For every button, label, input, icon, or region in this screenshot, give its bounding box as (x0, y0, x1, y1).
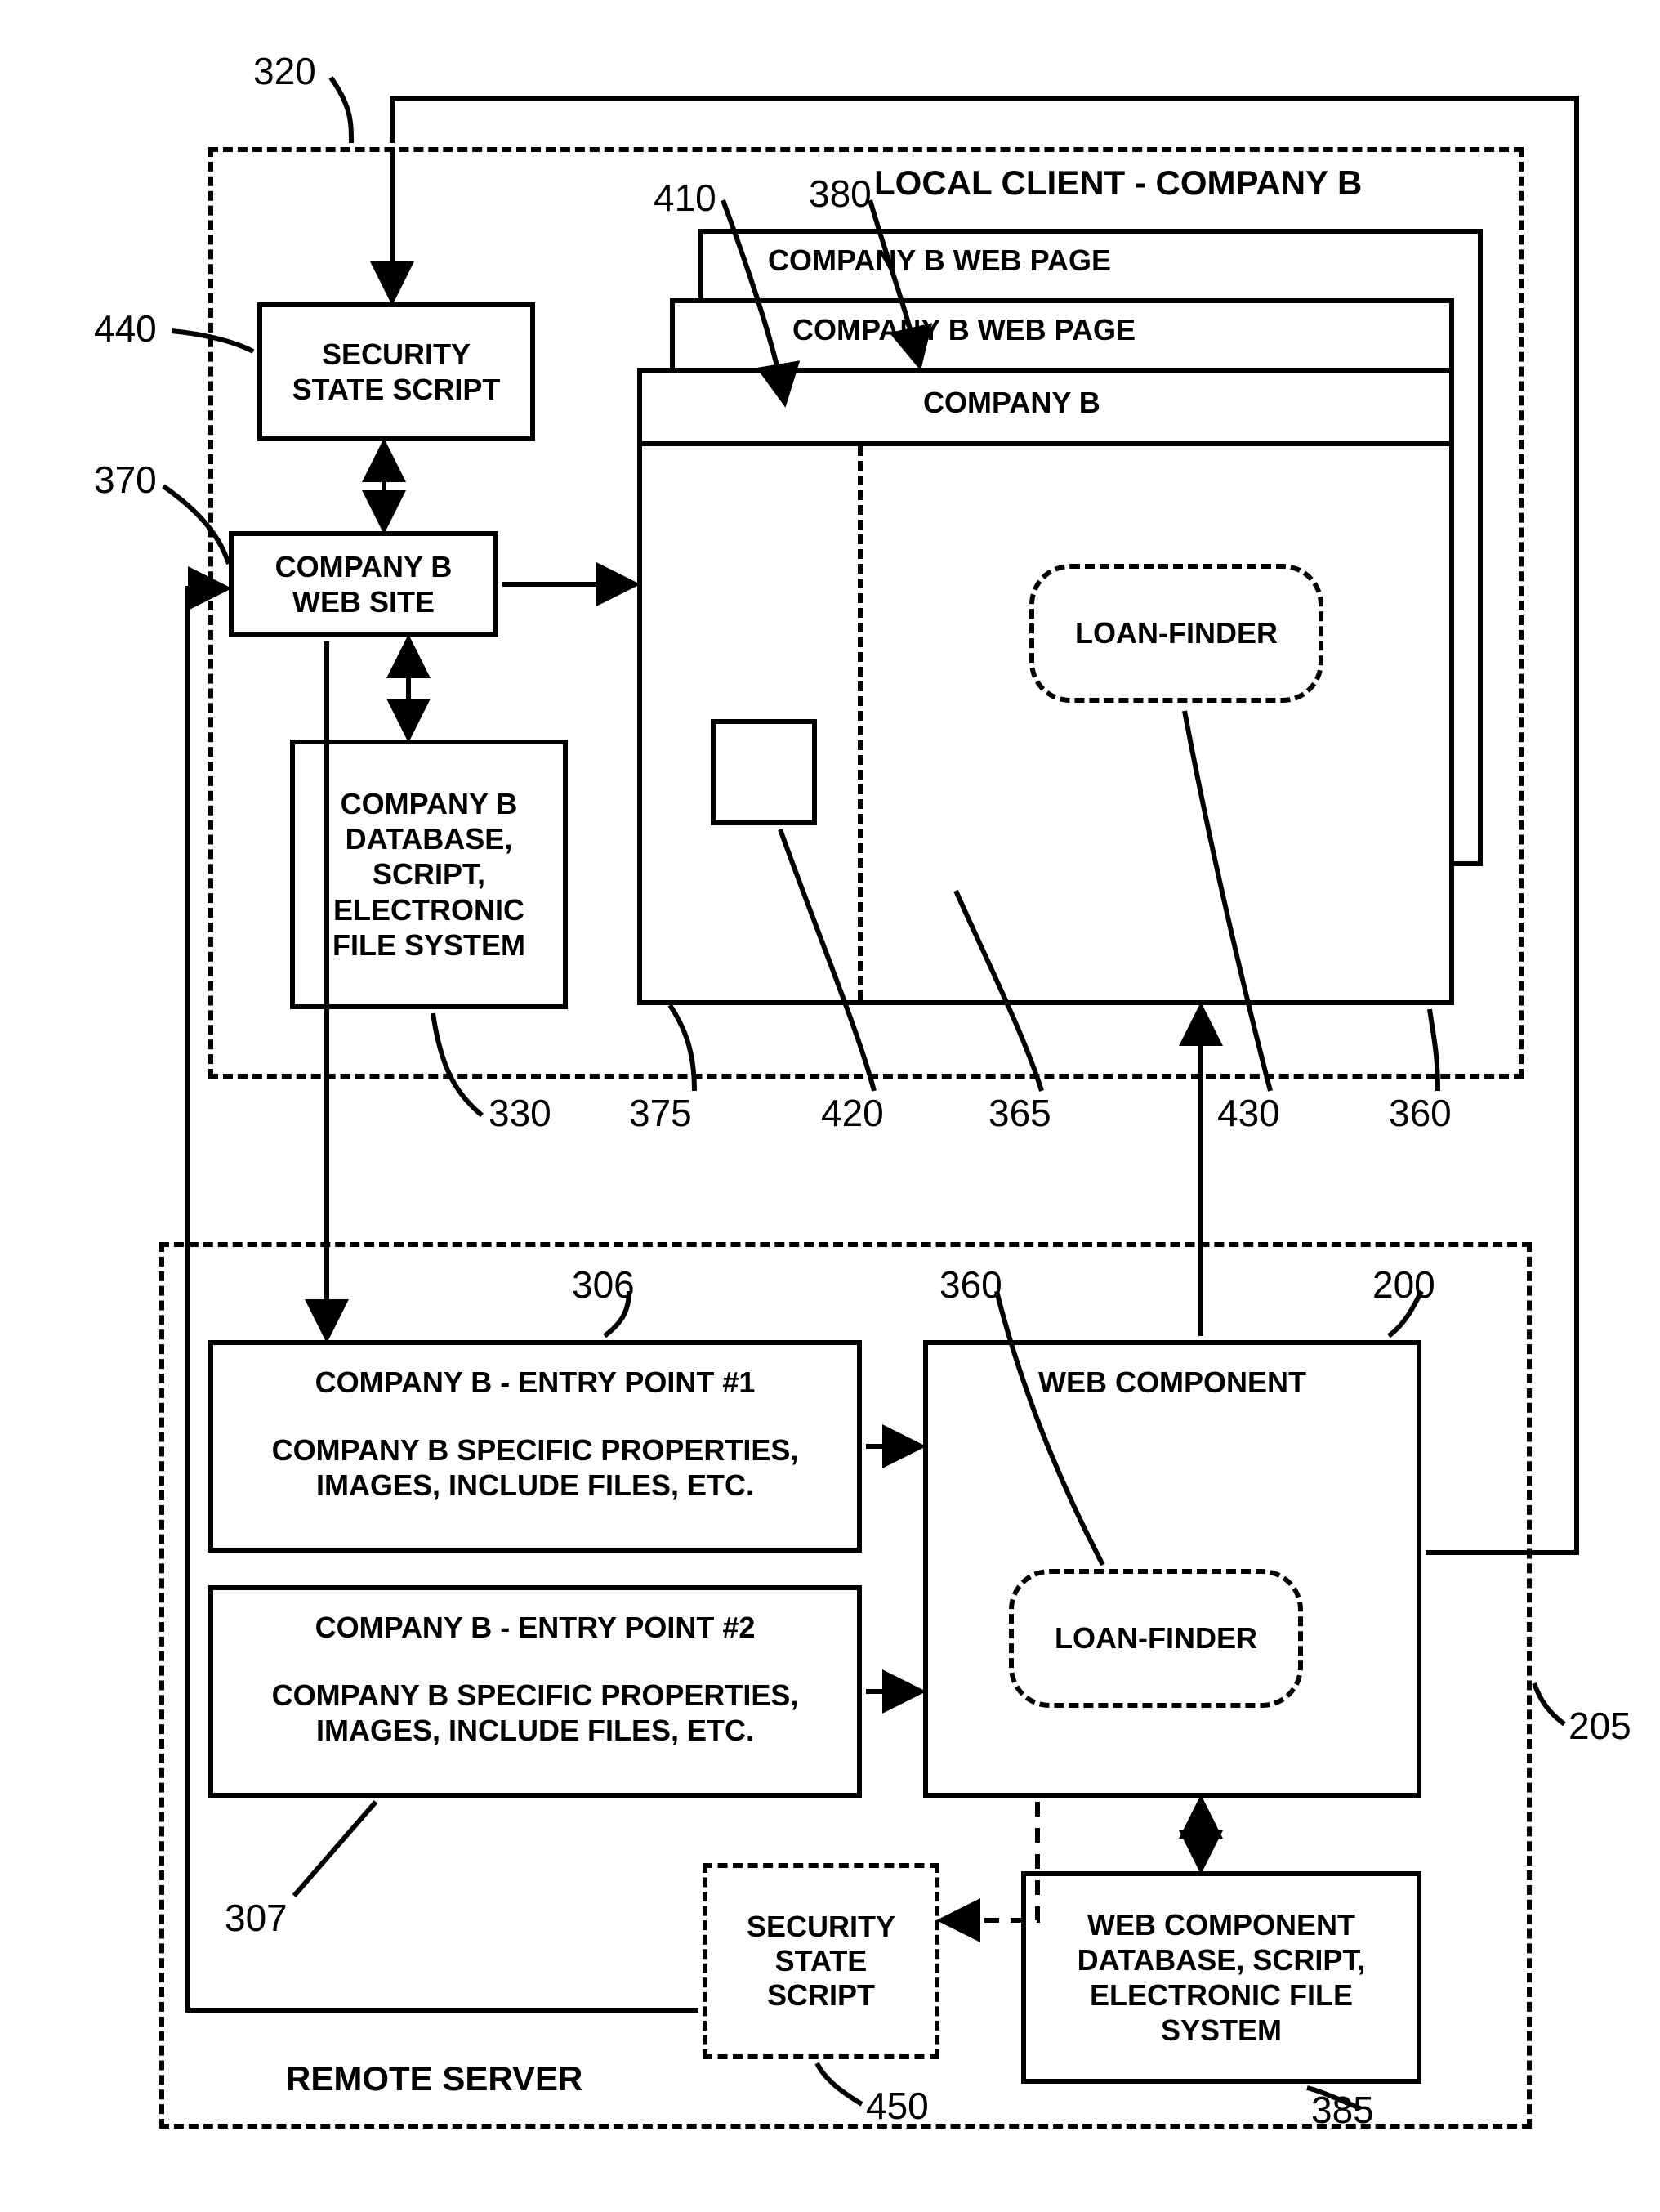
remote-server-title: REMOTE SERVER (286, 2059, 582, 2098)
web-page-back-title: COMPANY B WEB PAGE (768, 244, 1111, 278)
ref-205: 205 (1569, 1704, 1631, 1748)
entry-point-1-body: COMPANY B SPECIFIC PROPERTIES, IMAGES, I… (221, 1432, 849, 1503)
local-client-title: LOCAL CLIENT - COMPANY B (874, 163, 1362, 203)
web-page-front-title: COMPANY B (923, 386, 1100, 420)
ref-200: 200 (1372, 1262, 1435, 1307)
entry-point-2-title: COMPANY B - ENTRY POINT #2 (221, 1610, 849, 1645)
ref-307: 307 (225, 1896, 288, 1940)
web-component-title: WEB COMPONENT (936, 1365, 1408, 1400)
ref-420: 420 (821, 1091, 884, 1135)
ref-440: 440 (94, 306, 157, 351)
entry-point-1: COMPANY B - ENTRY POINT #1 COMPANY B SPE… (208, 1340, 862, 1553)
titlebar-divider (642, 441, 1449, 446)
ref-430: 430 (1217, 1091, 1280, 1135)
ref-450: 450 (866, 2084, 929, 2128)
loan-finder-client: LOAN-FINDER (1029, 564, 1323, 703)
ref-330: 330 (489, 1091, 551, 1135)
ref-360b: 360 (939, 1262, 1002, 1307)
page-vertical-divider (858, 446, 863, 1000)
web-page-mid-title: COMPANY B WEB PAGE (792, 313, 1136, 347)
ref-375: 375 (629, 1091, 692, 1135)
web-component-db-box: WEB COMPONENT DATABASE, SCRIPT, ELECTRON… (1021, 1871, 1421, 2084)
ref-306: 306 (572, 1262, 635, 1307)
ref-320: 320 (253, 49, 316, 93)
company-b-database-box: COMPANY B DATABASE, SCRIPT, ELECTRONIC F… (290, 740, 568, 1009)
security-state-script-box: SECURITY STATE SCRIPT (257, 302, 535, 441)
security-state-script-dashed: SECURITY STATE SCRIPT (703, 1863, 939, 2059)
company-b-web-site-box: COMPANY B WEB SITE (229, 531, 498, 637)
small-square (711, 719, 817, 825)
entry-point-2: COMPANY B - ENTRY POINT #2 COMPANY B SPE… (208, 1585, 862, 1798)
ref-370: 370 (94, 458, 157, 502)
entry-point-2-body: COMPANY B SPECIFIC PROPERTIES, IMAGES, I… (221, 1678, 849, 1748)
loan-finder-server: LOAN-FINDER (1009, 1569, 1303, 1708)
ref-410: 410 (654, 176, 716, 220)
ref-380: 380 (809, 172, 872, 216)
entry-point-1-title: COMPANY B - ENTRY POINT #1 (221, 1365, 849, 1400)
ref-360a: 360 (1389, 1091, 1452, 1135)
ref-365: 365 (988, 1091, 1051, 1135)
ref-385: 385 (1311, 2088, 1374, 2132)
